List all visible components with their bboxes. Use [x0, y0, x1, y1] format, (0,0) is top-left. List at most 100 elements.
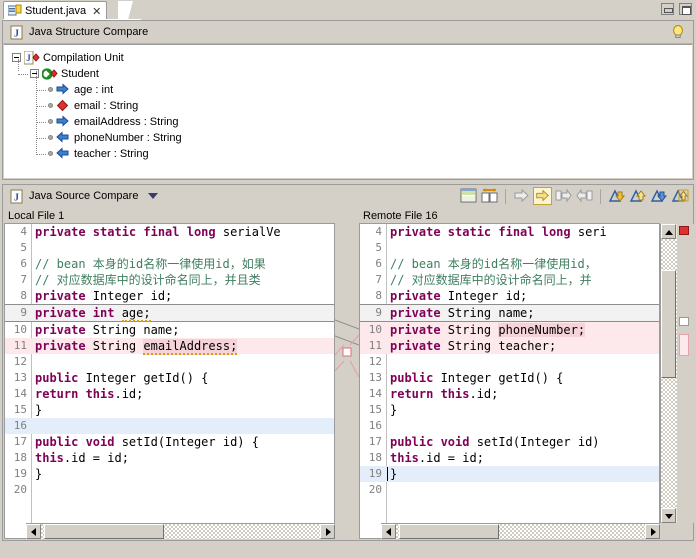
code-line[interactable]: 16: [360, 418, 659, 434]
copy-current-change-button[interactable]: [533, 187, 552, 205]
code-line[interactable]: 20: [5, 482, 334, 498]
code-line[interactable]: 4private static final long serialVe: [5, 224, 334, 240]
chevron-down-icon[interactable]: [148, 193, 158, 199]
tree-collapse-icon[interactable]: [30, 69, 39, 78]
code-line[interactable]: 12: [5, 354, 334, 370]
tree-collapse-icon[interactable]: [12, 53, 21, 62]
code-token: String teacher;: [448, 339, 556, 353]
line-number: 8: [5, 288, 27, 304]
code-text: public Integer getId() {: [390, 370, 563, 386]
copy-all-right-to-left-button[interactable]: [512, 187, 531, 205]
right-horizontal-scrollbar[interactable]: [381, 523, 660, 539]
code-line[interactable]: 16: [5, 418, 334, 434]
maximize-button[interactable]: [679, 3, 692, 15]
tree-item[interactable]: email : String: [48, 98, 138, 113]
code-line[interactable]: 15}: [5, 402, 334, 418]
right-vertical-scrollbar[interactable]: [660, 224, 677, 523]
scroll-down-arrow[interactable]: [661, 508, 676, 523]
horizontal-layout-button[interactable]: [480, 187, 499, 205]
line-number: 7: [5, 272, 27, 288]
code-line[interactable]: 11private String teacher;: [360, 338, 659, 354]
code-line[interactable]: 9private int age;: [5, 304, 334, 322]
error-marker[interactable]: [679, 226, 689, 235]
toolbar-separator: [505, 189, 506, 204]
code-text: private String emailAddress;: [35, 338, 237, 354]
code-line[interactable]: 18 this.id = id;: [5, 450, 334, 466]
close-icon[interactable]: ✕: [92, 5, 101, 18]
code-line[interactable]: 4private static final long seri: [360, 224, 659, 240]
overview-ruler[interactable]: [677, 224, 694, 523]
code-text: private int age;: [35, 305, 151, 321]
code-line[interactable]: 9private String name;: [360, 304, 659, 322]
code-line[interactable]: 13public Integer getId() {: [5, 370, 334, 386]
toolbar-separator: [600, 189, 601, 204]
code-line[interactable]: 8private Integer id;: [360, 288, 659, 304]
code-line[interactable]: 12: [360, 354, 659, 370]
left-code-area[interactable]: 4private static final long serialVe56// …: [4, 224, 335, 539]
code-line[interactable]: 8private Integer id;: [5, 288, 334, 304]
editor-tab-student-java[interactable]: Student.java ✕: [3, 1, 107, 20]
code-line[interactable]: 10private String name;: [5, 322, 334, 338]
right-code-area[interactable]: 4private static final long seri56// bean…: [359, 224, 660, 539]
code-line[interactable]: 14 return this.id;: [5, 386, 334, 402]
code-line[interactable]: 7// 对应数据库中的设计命名同上，并: [360, 272, 659, 288]
code-line[interactable]: 6// bean 本身的id名称一律使用id，如果: [5, 256, 334, 272]
code-line[interactable]: 10private String phoneNumber;: [360, 322, 659, 338]
code-text: }: [35, 402, 42, 418]
tree-item[interactable]: Student: [30, 66, 99, 81]
code-line[interactable]: 5: [360, 240, 659, 256]
code-line[interactable]: 19}: [5, 466, 334, 482]
change-marker[interactable]: [679, 317, 689, 326]
code-line[interactable]: 11private String emailAddress;: [5, 338, 334, 354]
tree-item[interactable]: JCompilation Unit: [12, 50, 124, 65]
code-line[interactable]: 20: [360, 482, 659, 498]
code-line[interactable]: 18 this.id = id;: [360, 450, 659, 466]
code-line[interactable]: 17public void setId(Integer id): [360, 434, 659, 450]
tree-item[interactable]: age : int: [48, 82, 113, 97]
line-number: 20: [5, 482, 27, 498]
structure-tree[interactable]: JCompilation UnitStudentage : intemail :…: [4, 44, 692, 178]
scroll-thumb[interactable]: [44, 524, 164, 539]
code-line[interactable]: 17public void setId(Integer id) {: [5, 434, 334, 450]
code-line[interactable]: 19}: [360, 466, 659, 482]
copy-left-to-right-button[interactable]: [575, 187, 594, 205]
tree-item[interactable]: teacher : String: [48, 146, 149, 161]
code-token: setId(Integer id): [477, 435, 600, 449]
line-number: 8: [360, 288, 382, 304]
code-line[interactable]: 13public Integer getId() {: [360, 370, 659, 386]
code-token: private: [390, 323, 448, 337]
minimize-button[interactable]: [661, 3, 674, 15]
code-line[interactable]: 15}: [360, 402, 659, 418]
next-difference-button[interactable]: [607, 187, 626, 205]
tree-item[interactable]: emailAddress : String: [48, 114, 179, 129]
field-left-arrow-icon: [55, 147, 71, 161]
code-line[interactable]: 14 return this.id;: [360, 386, 659, 402]
scroll-left-arrow[interactable]: [26, 524, 41, 539]
previous-change-button[interactable]: [670, 187, 689, 205]
code-token: private int: [35, 306, 122, 320]
scroll-thumb[interactable]: [661, 270, 676, 378]
copy-right-to-left-button[interactable]: [554, 187, 573, 205]
next-change-button[interactable]: [649, 187, 668, 205]
tree-guide: [18, 74, 28, 75]
tree-bullet-icon: [48, 103, 53, 108]
left-horizontal-scrollbar[interactable]: [26, 523, 335, 539]
code-text: this.id = id;: [35, 450, 129, 466]
code-line[interactable]: 6// bean 本身的id名称一律使用id，: [360, 256, 659, 272]
code-line[interactable]: 5: [5, 240, 334, 256]
scroll-right-arrow[interactable]: [645, 524, 660, 539]
previous-difference-button[interactable]: [628, 187, 647, 205]
tree-item-label: emailAddress : String: [74, 116, 179, 128]
tree-item-label: Compilation Unit: [43, 52, 124, 64]
scroll-thumb[interactable]: [399, 524, 499, 539]
difference-marker[interactable]: [679, 334, 689, 356]
code-token: private static final long: [35, 225, 223, 239]
lightbulb-icon[interactable]: [669, 23, 687, 41]
tree-item[interactable]: phoneNumber : String: [48, 130, 182, 145]
java-source-compare-panel: J Java Source Compare: [2, 184, 694, 541]
code-line[interactable]: 7// 对应数据库中的设计命名同上，并且类: [5, 272, 334, 288]
scroll-right-arrow[interactable]: [320, 524, 335, 539]
two-pane-layout-button[interactable]: [459, 187, 478, 205]
scroll-left-arrow[interactable]: [381, 524, 396, 539]
scroll-up-arrow[interactable]: [661, 224, 676, 239]
